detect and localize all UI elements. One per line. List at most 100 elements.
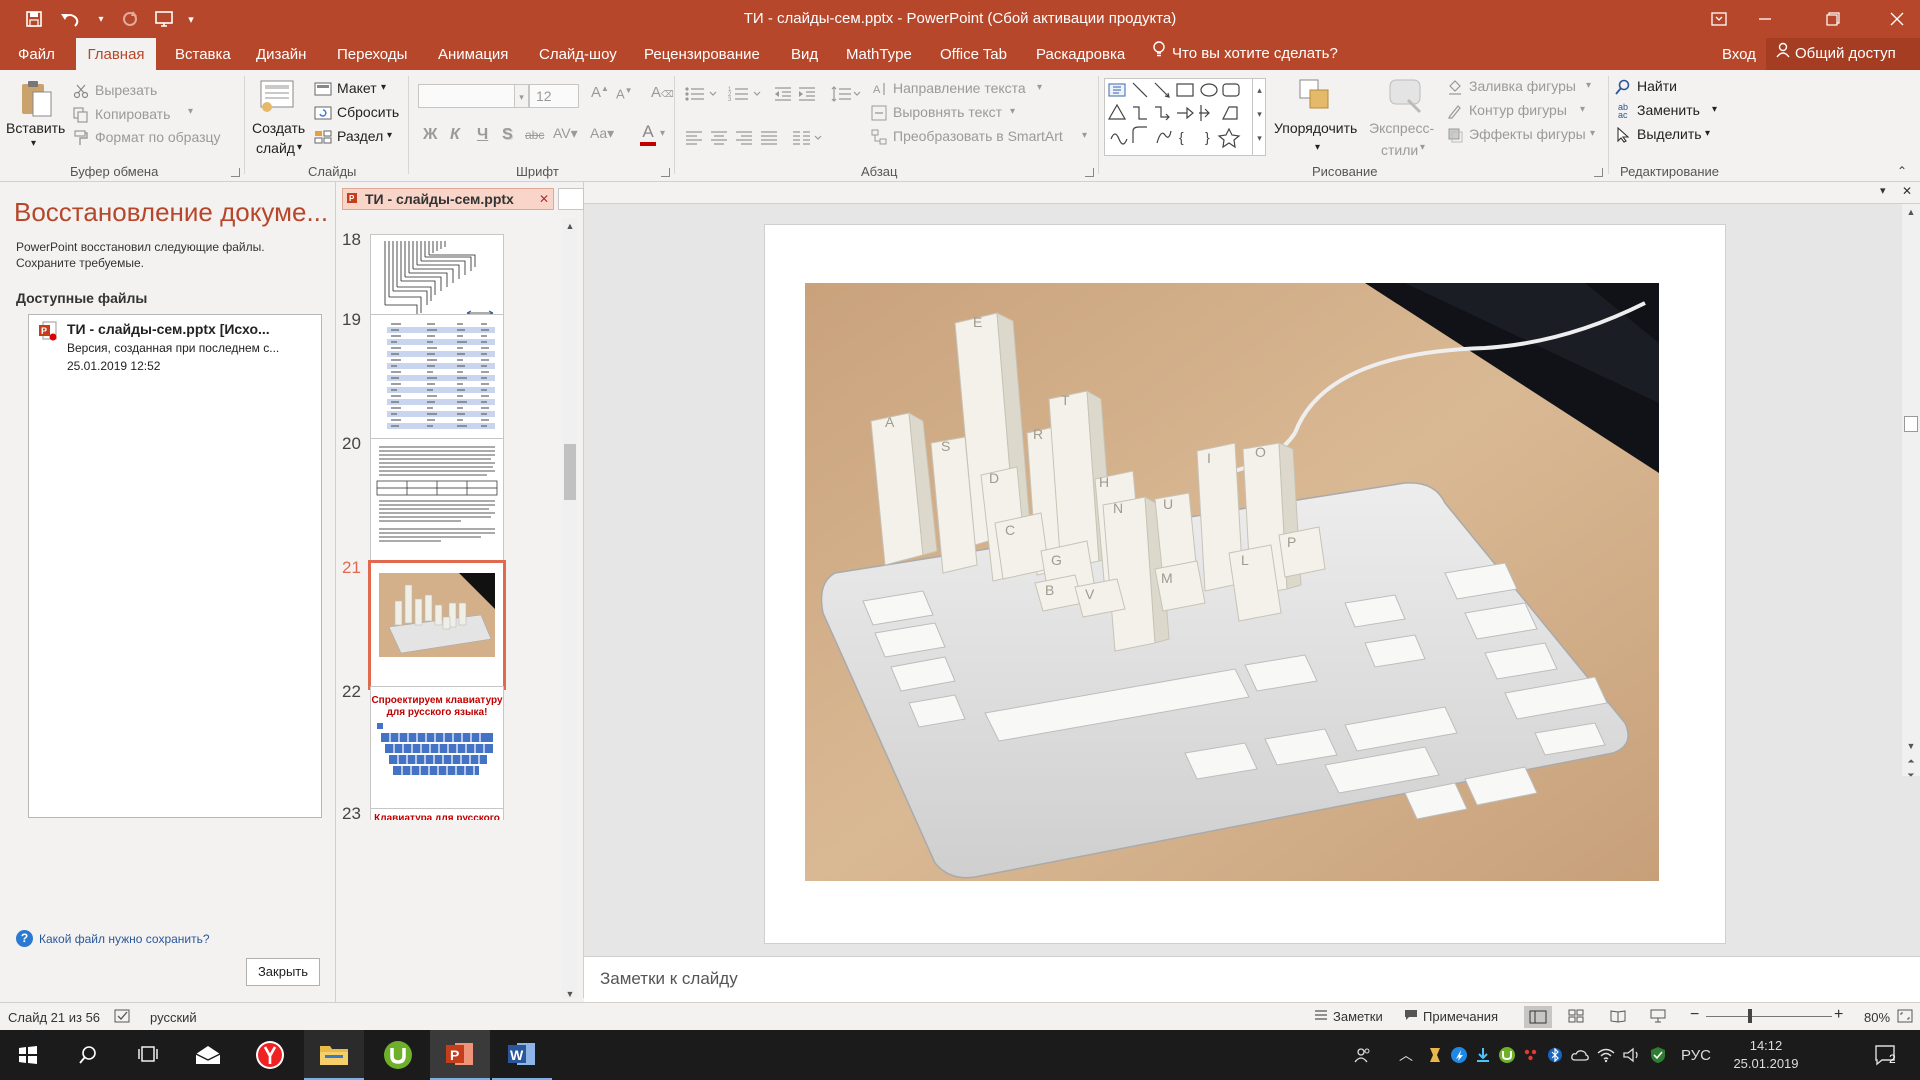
arrange-dropdown-icon[interactable]: ▾	[1315, 142, 1320, 153]
replace-dropdown-icon[interactable]: ▾	[1712, 104, 1717, 115]
minimize-icon[interactable]	[1742, 0, 1788, 38]
volume-icon[interactable]	[1620, 1030, 1644, 1080]
align-right-icon[interactable]	[733, 128, 755, 148]
reading-view-icon[interactable]	[1610, 1009, 1626, 1026]
comments-toggle[interactable]: Примечания	[1404, 1009, 1498, 1024]
numbering-icon[interactable]: 123	[727, 84, 767, 104]
help-link[interactable]: ? Какой файл нужно сохранить?	[16, 930, 210, 947]
paste-dropdown-icon[interactable]: ▾	[31, 138, 36, 149]
collapse-ribbon-icon[interactable]: ⌃	[1897, 164, 1907, 178]
scrollbar-thumb[interactable]	[1904, 416, 1918, 432]
new-slide-button-line2[interactable]: слайд	[256, 140, 295, 156]
cloud-tray-icon[interactable]	[1448, 1030, 1470, 1080]
underline-button[interactable]: Ч	[477, 126, 488, 144]
normal-view-icon[interactable]	[1524, 1006, 1552, 1028]
format-painter-button[interactable]: Формат по образцу	[95, 129, 221, 145]
bullets-icon[interactable]	[683, 84, 723, 104]
input-language[interactable]: РУС	[1676, 1030, 1716, 1080]
arrange-icon[interactable]	[1296, 76, 1336, 116]
tab-transitions[interactable]: Переходы	[337, 38, 407, 70]
wifi-icon[interactable]	[1594, 1030, 1618, 1080]
show-hidden-icons-icon[interactable]: ︿	[1396, 1030, 1416, 1080]
arrange-button[interactable]: Упорядочить	[1274, 120, 1357, 136]
notes-pane[interactable]: Заметки к слайду	[584, 956, 1920, 1002]
select-button[interactable]: Выделить	[1637, 126, 1702, 142]
tray-app-icon[interactable]	[1424, 1030, 1446, 1080]
line-spacing-icon[interactable]	[830, 84, 862, 104]
tab-storyboard[interactable]: Раскадровка	[1036, 38, 1125, 70]
change-case-icon[interactable]: Aa▾	[590, 125, 614, 142]
tab-review[interactable]: Рецензирование	[644, 38, 760, 70]
previous-slide-icon[interactable]: ⏶	[1902, 754, 1920, 768]
bluetooth-icon[interactable]	[1544, 1030, 1566, 1080]
spell-check-icon[interactable]	[114, 1009, 132, 1026]
quick-styles-button-line2[interactable]: стили	[1381, 142, 1418, 158]
dots-tray-icon[interactable]	[1520, 1030, 1542, 1080]
file-explorer-icon[interactable]	[304, 1030, 364, 1080]
fit-slide-icon[interactable]	[1897, 1009, 1913, 1026]
signin-link[interactable]: Вход	[1722, 38, 1756, 70]
start-icon[interactable]	[0, 1030, 56, 1080]
keyboard-sculpture-photo[interactable]: E A T O I N S R H U P L D C M G B V	[805, 283, 1659, 881]
align-center-icon[interactable]	[708, 128, 730, 148]
tab-slideshow[interactable]: Слайд-шоу	[539, 38, 617, 70]
cut-button[interactable]: Вырезать	[95, 82, 157, 98]
editor-scrollbar[interactable]: ▲ ▼ ⏶ ⏷	[1902, 204, 1920, 780]
section-button[interactable]: Раздел	[337, 128, 383, 144]
quick-styles-dropdown-icon[interactable]: ▾	[1420, 142, 1425, 153]
zoom-out-icon[interactable]: −	[1690, 1006, 1699, 1024]
utorrent-tray-icon[interactable]	[1496, 1030, 1518, 1080]
tell-me-box[interactable]: Что вы хотите сделать?	[1152, 38, 1338, 70]
increase-font-size-icon[interactable]: A▲	[591, 84, 609, 101]
clear-formatting-icon[interactable]: A⌫	[651, 84, 674, 101]
shape-fill-dropdown-icon[interactable]: ▾	[1586, 80, 1591, 91]
select-dropdown-icon[interactable]: ▾	[1705, 128, 1710, 139]
slide-thumbnail-22[interactable]: Спроектируем клавиатуру для русского язы…	[370, 686, 504, 812]
close-tab-icon[interactable]: ✕	[539, 192, 549, 206]
scroll-up-icon[interactable]: ▲	[562, 218, 578, 234]
align-left-icon[interactable]	[683, 128, 705, 148]
search-icon[interactable]	[58, 1030, 118, 1080]
share-button[interactable]: Общий доступ	[1766, 38, 1920, 70]
columns-icon[interactable]	[790, 128, 826, 148]
tab-mathtype[interactable]: MathType	[846, 38, 912, 70]
text-direction-dropdown-icon[interactable]: ▾	[1037, 82, 1042, 93]
scroll-up-icon[interactable]: ▲	[1902, 204, 1920, 220]
onedrive-icon[interactable]	[1568, 1030, 1592, 1080]
justify-icon[interactable]	[758, 128, 780, 148]
utorrent-icon[interactable]	[368, 1030, 428, 1080]
document-tab[interactable]: P ТИ - слайды-сем.pptx ✕	[342, 188, 554, 210]
align-text-dropdown-icon[interactable]: ▾	[1010, 106, 1015, 117]
slide-thumbnail-23[interactable]: Клавиатура для русского	[370, 808, 504, 1002]
replace-button[interactable]: Заменить	[1637, 102, 1700, 118]
security-shield-icon[interactable]	[1646, 1030, 1670, 1080]
slideshow-icon[interactable]	[1650, 1009, 1666, 1026]
clipboard-launcher-icon[interactable]	[231, 168, 240, 177]
copy-button[interactable]: Копировать	[95, 106, 170, 122]
quick-styles-button[interactable]: Экспресс-	[1369, 120, 1434, 136]
restore-icon[interactable]	[1810, 0, 1856, 38]
next-slide-icon[interactable]: ⏷	[1902, 768, 1920, 782]
shape-outline-dropdown-icon[interactable]: ▾	[1580, 104, 1585, 115]
tab-animations[interactable]: Анимация	[438, 38, 508, 70]
decrease-font-size-icon[interactable]: A▼	[616, 86, 633, 101]
ribbon-display-options-icon[interactable]	[1696, 0, 1742, 38]
layout-button[interactable]: Макет	[337, 80, 377, 96]
yandex-browser-icon[interactable]	[240, 1030, 300, 1080]
font-color-dropdown-icon[interactable]: ▾	[660, 128, 665, 139]
text-direction-button[interactable]: Направление текста	[893, 80, 1026, 96]
recovered-file-item[interactable]: P ТИ - слайды-сем.pptx [Исхо... Версия, …	[29, 315, 321, 389]
scrollbar-thumb[interactable]	[564, 444, 576, 500]
italic-button[interactable]: К	[450, 126, 460, 144]
zoom-slider[interactable]	[1706, 1016, 1832, 1017]
action-center-icon[interactable]: 2	[1860, 1030, 1910, 1080]
new-slide-icon[interactable]	[258, 76, 298, 116]
section-dropdown-icon[interactable]: ▾	[387, 130, 392, 141]
paragraph-launcher-icon[interactable]	[1085, 168, 1094, 177]
drawing-launcher-icon[interactable]	[1594, 168, 1603, 177]
zoom-in-icon[interactable]: +	[1834, 1006, 1843, 1024]
clock[interactable]: 14:12 25.01.2019	[1724, 1030, 1808, 1080]
mail-icon[interactable]	[178, 1030, 238, 1080]
font-launcher-icon[interactable]	[661, 168, 670, 177]
tab-office-tab[interactable]: Office Tab	[940, 38, 1007, 70]
